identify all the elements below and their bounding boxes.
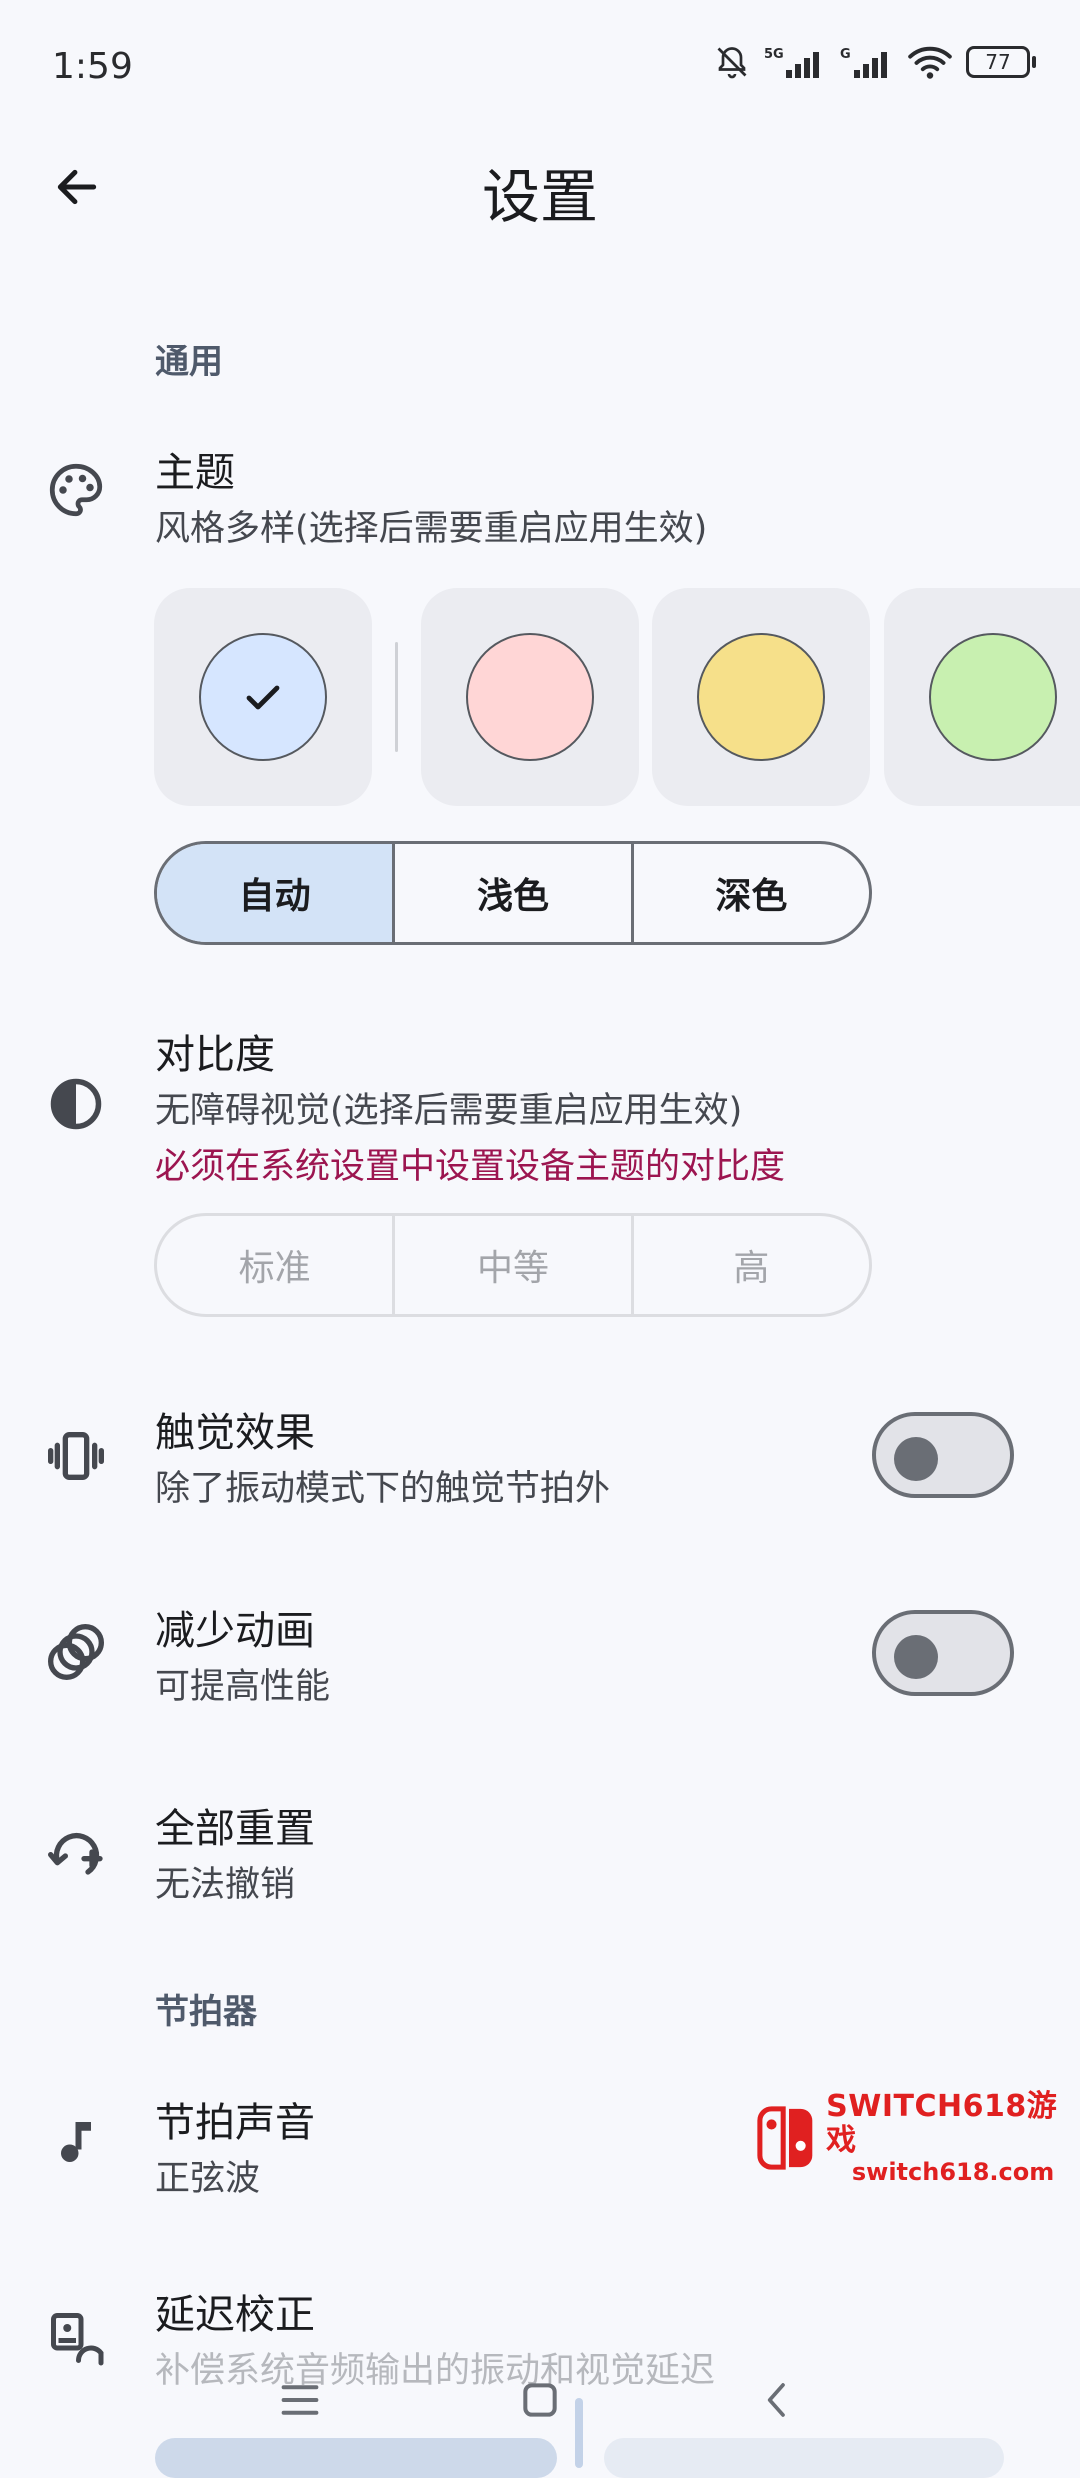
reduce-motion-title: 减少动画 xyxy=(155,1608,315,1654)
theme-subtitle: 风格多样(选择后需要重启应用生效) xyxy=(155,509,708,549)
sound-title[interactable]: 节拍声音 xyxy=(155,2090,315,2148)
swatch-circle xyxy=(466,633,594,761)
swatch-circle xyxy=(697,633,825,761)
sound-subtitle: 正弦波 xyxy=(155,2159,261,2199)
status-time: 1:59 xyxy=(52,46,133,87)
back-chevron-icon xyxy=(767,2383,785,2417)
reduce-motion-toggle[interactable] xyxy=(872,1610,1014,1696)
haptics-title: 触觉效果 xyxy=(155,1410,315,1456)
contrast-icon xyxy=(44,1072,108,1136)
theme-mode-dark[interactable]: 深色 xyxy=(630,844,869,942)
reset-icon xyxy=(44,1820,108,1884)
toggle-knob xyxy=(894,1437,938,1481)
svg-text:5G: 5G xyxy=(764,47,784,62)
animation-icon xyxy=(44,1620,108,1684)
contrast-subtitle: 无障碍视觉(选择后需要重启应用生效) xyxy=(155,1091,743,1131)
menu-icon xyxy=(281,2385,319,2415)
status-icons: 5G G 77 xyxy=(714,44,1036,80)
latency-subtitle: 补偿系统音频输出的振动和视觉延迟 xyxy=(155,2351,716,2391)
swatch-circle xyxy=(929,633,1057,761)
reduce-motion-subtitle: 可提高性能 xyxy=(155,1667,331,1707)
watermark-brand: SWITCH618游戏 xyxy=(826,2089,1058,2158)
latency-slider-audio[interactable] xyxy=(155,2438,557,2478)
muted-bell-icon xyxy=(717,47,747,79)
section-header-general: 通用 xyxy=(155,342,223,382)
wifi-icon xyxy=(908,46,952,79)
theme-mode-auto[interactable]: 自动 xyxy=(157,844,393,942)
check-icon xyxy=(246,685,280,710)
palette-icon xyxy=(44,458,108,522)
reset-title[interactable]: 全部重置 xyxy=(155,1796,315,1854)
theme-mode-light[interactable]: 浅色 xyxy=(392,844,630,942)
contrast-standard: 标准 xyxy=(238,1248,311,1289)
swatch-circle xyxy=(199,633,327,761)
nav-back-button[interactable] xyxy=(738,2370,818,2430)
latency-title[interactable]: 延迟校正 xyxy=(155,2282,315,2340)
latency-icon xyxy=(44,2306,108,2370)
haptics-subtitle: 除了振动模式下的触觉节拍外 xyxy=(155,1469,611,1509)
haptics-toggle[interactable] xyxy=(872,1412,1014,1498)
theme-swatch-green[interactable] xyxy=(884,588,1080,806)
home-square-icon xyxy=(523,2383,557,2417)
contrast-high: 高 xyxy=(630,1216,869,1314)
nav-menu-button[interactable] xyxy=(260,2370,340,2430)
toggle-knob xyxy=(894,1635,938,1679)
theme-swatch-yellow[interactable] xyxy=(652,588,870,806)
nav-home-button[interactable] xyxy=(500,2370,580,2430)
page-title: 设置 xyxy=(481,163,598,231)
switch-logo-icon xyxy=(757,2106,813,2170)
signal-g-icon: G xyxy=(840,47,887,78)
section-header-metronome: 节拍器 xyxy=(155,1992,257,2032)
signal-5g-icon: 5G xyxy=(764,47,819,78)
contrast-title: 对比度 xyxy=(155,1032,275,1078)
theme-mode-selector[interactable]: 自动 浅色 深色 xyxy=(154,841,872,945)
svg-text:G: G xyxy=(840,47,851,62)
watermark: SWITCH618游戏 switch618.com xyxy=(756,2090,1080,2186)
reset-subtitle: 无法撤销 xyxy=(155,1865,296,1905)
theme-title: 主题 xyxy=(155,450,235,496)
swatch-divider xyxy=(395,642,398,752)
contrast-selector: 标准 中等 高 xyxy=(154,1213,872,1317)
music-note-icon xyxy=(44,2110,108,2174)
theme-swatch-pink[interactable] xyxy=(421,588,639,806)
watermark-url: switch618.com xyxy=(851,2158,1055,2186)
latency-slider-visual[interactable] xyxy=(604,2438,1004,2478)
vibration-icon xyxy=(44,1424,108,1488)
battery-indicator: 77 xyxy=(966,46,1036,78)
theme-swatch-blue[interactable] xyxy=(154,588,372,806)
contrast-medium: 中等 xyxy=(392,1216,630,1314)
contrast-warning: 必须在系统设置中设置设备主题的对比度 xyxy=(155,1147,786,1187)
